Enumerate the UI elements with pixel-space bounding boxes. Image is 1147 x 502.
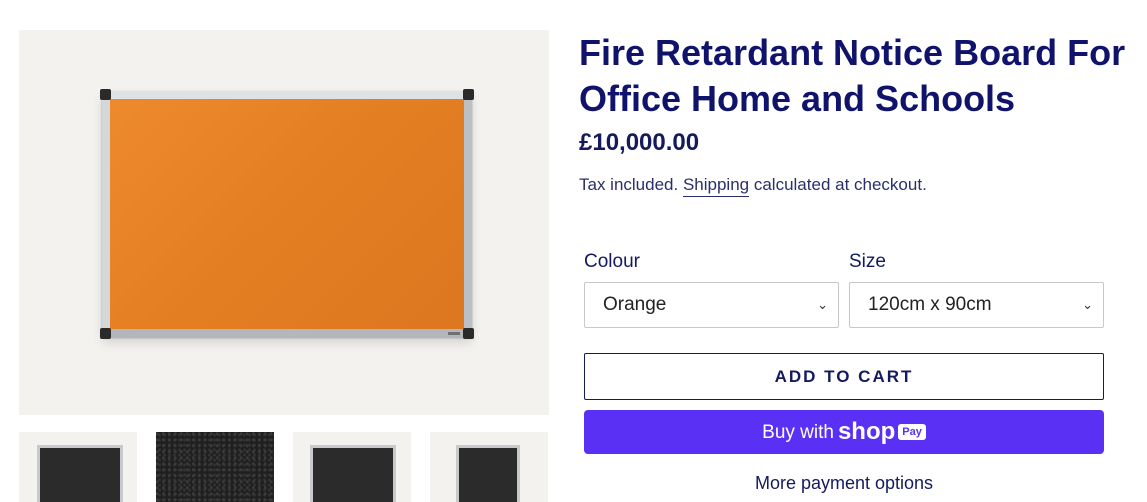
thumbnail-texture xyxy=(156,432,274,502)
thumbnail-board xyxy=(37,445,123,502)
tax-shipping-note: Tax included. Shipping calculated at che… xyxy=(579,175,927,197)
board-corner xyxy=(463,328,474,339)
shipping-link[interactable]: Shipping xyxy=(682,175,750,197)
tax-suffix: calculated at checkout. xyxy=(749,175,927,194)
add-to-cart-button[interactable]: ADD TO CART xyxy=(584,353,1104,400)
product-thumbnail-1[interactable] xyxy=(19,432,137,502)
notice-board-image xyxy=(100,89,474,339)
product-main-image[interactable] xyxy=(19,30,549,415)
product-title: Fire Retardant Notice Board For Office H… xyxy=(579,32,1126,119)
board-surface xyxy=(110,99,464,329)
product-thumbnail-2[interactable] xyxy=(156,432,274,502)
product-price: £10,000.00 xyxy=(579,129,700,156)
chevron-down-icon: ⌄ xyxy=(817,297,828,312)
chevron-down-icon: ⌄ xyxy=(1082,297,1093,312)
thumbnail-board xyxy=(456,445,520,502)
size-label: Size xyxy=(849,251,886,272)
buy-with-text: Buy with xyxy=(762,422,834,443)
size-select-value: 120cm x 90cm xyxy=(868,294,992,315)
tax-text: Tax included. xyxy=(579,175,683,194)
pay-badge: Pay xyxy=(898,424,926,440)
board-brand-tag xyxy=(448,332,460,335)
colour-select[interactable]: Orange ⌄ xyxy=(584,282,839,328)
colour-label: Colour xyxy=(584,251,640,272)
board-corner xyxy=(463,89,474,100)
size-select[interactable]: 120cm x 90cm ⌄ xyxy=(849,282,1104,328)
shop-logo-text: shop xyxy=(837,418,896,445)
board-corner xyxy=(100,328,111,339)
product-thumbnail-4[interactable] xyxy=(430,432,548,502)
colour-select-value: Orange xyxy=(603,294,667,315)
board-corner xyxy=(100,89,111,100)
buy-with-shop-pay-button[interactable]: Buy with shop Pay xyxy=(584,410,1104,454)
product-thumbnail-3[interactable] xyxy=(293,432,411,502)
thumbnail-board xyxy=(310,445,396,502)
